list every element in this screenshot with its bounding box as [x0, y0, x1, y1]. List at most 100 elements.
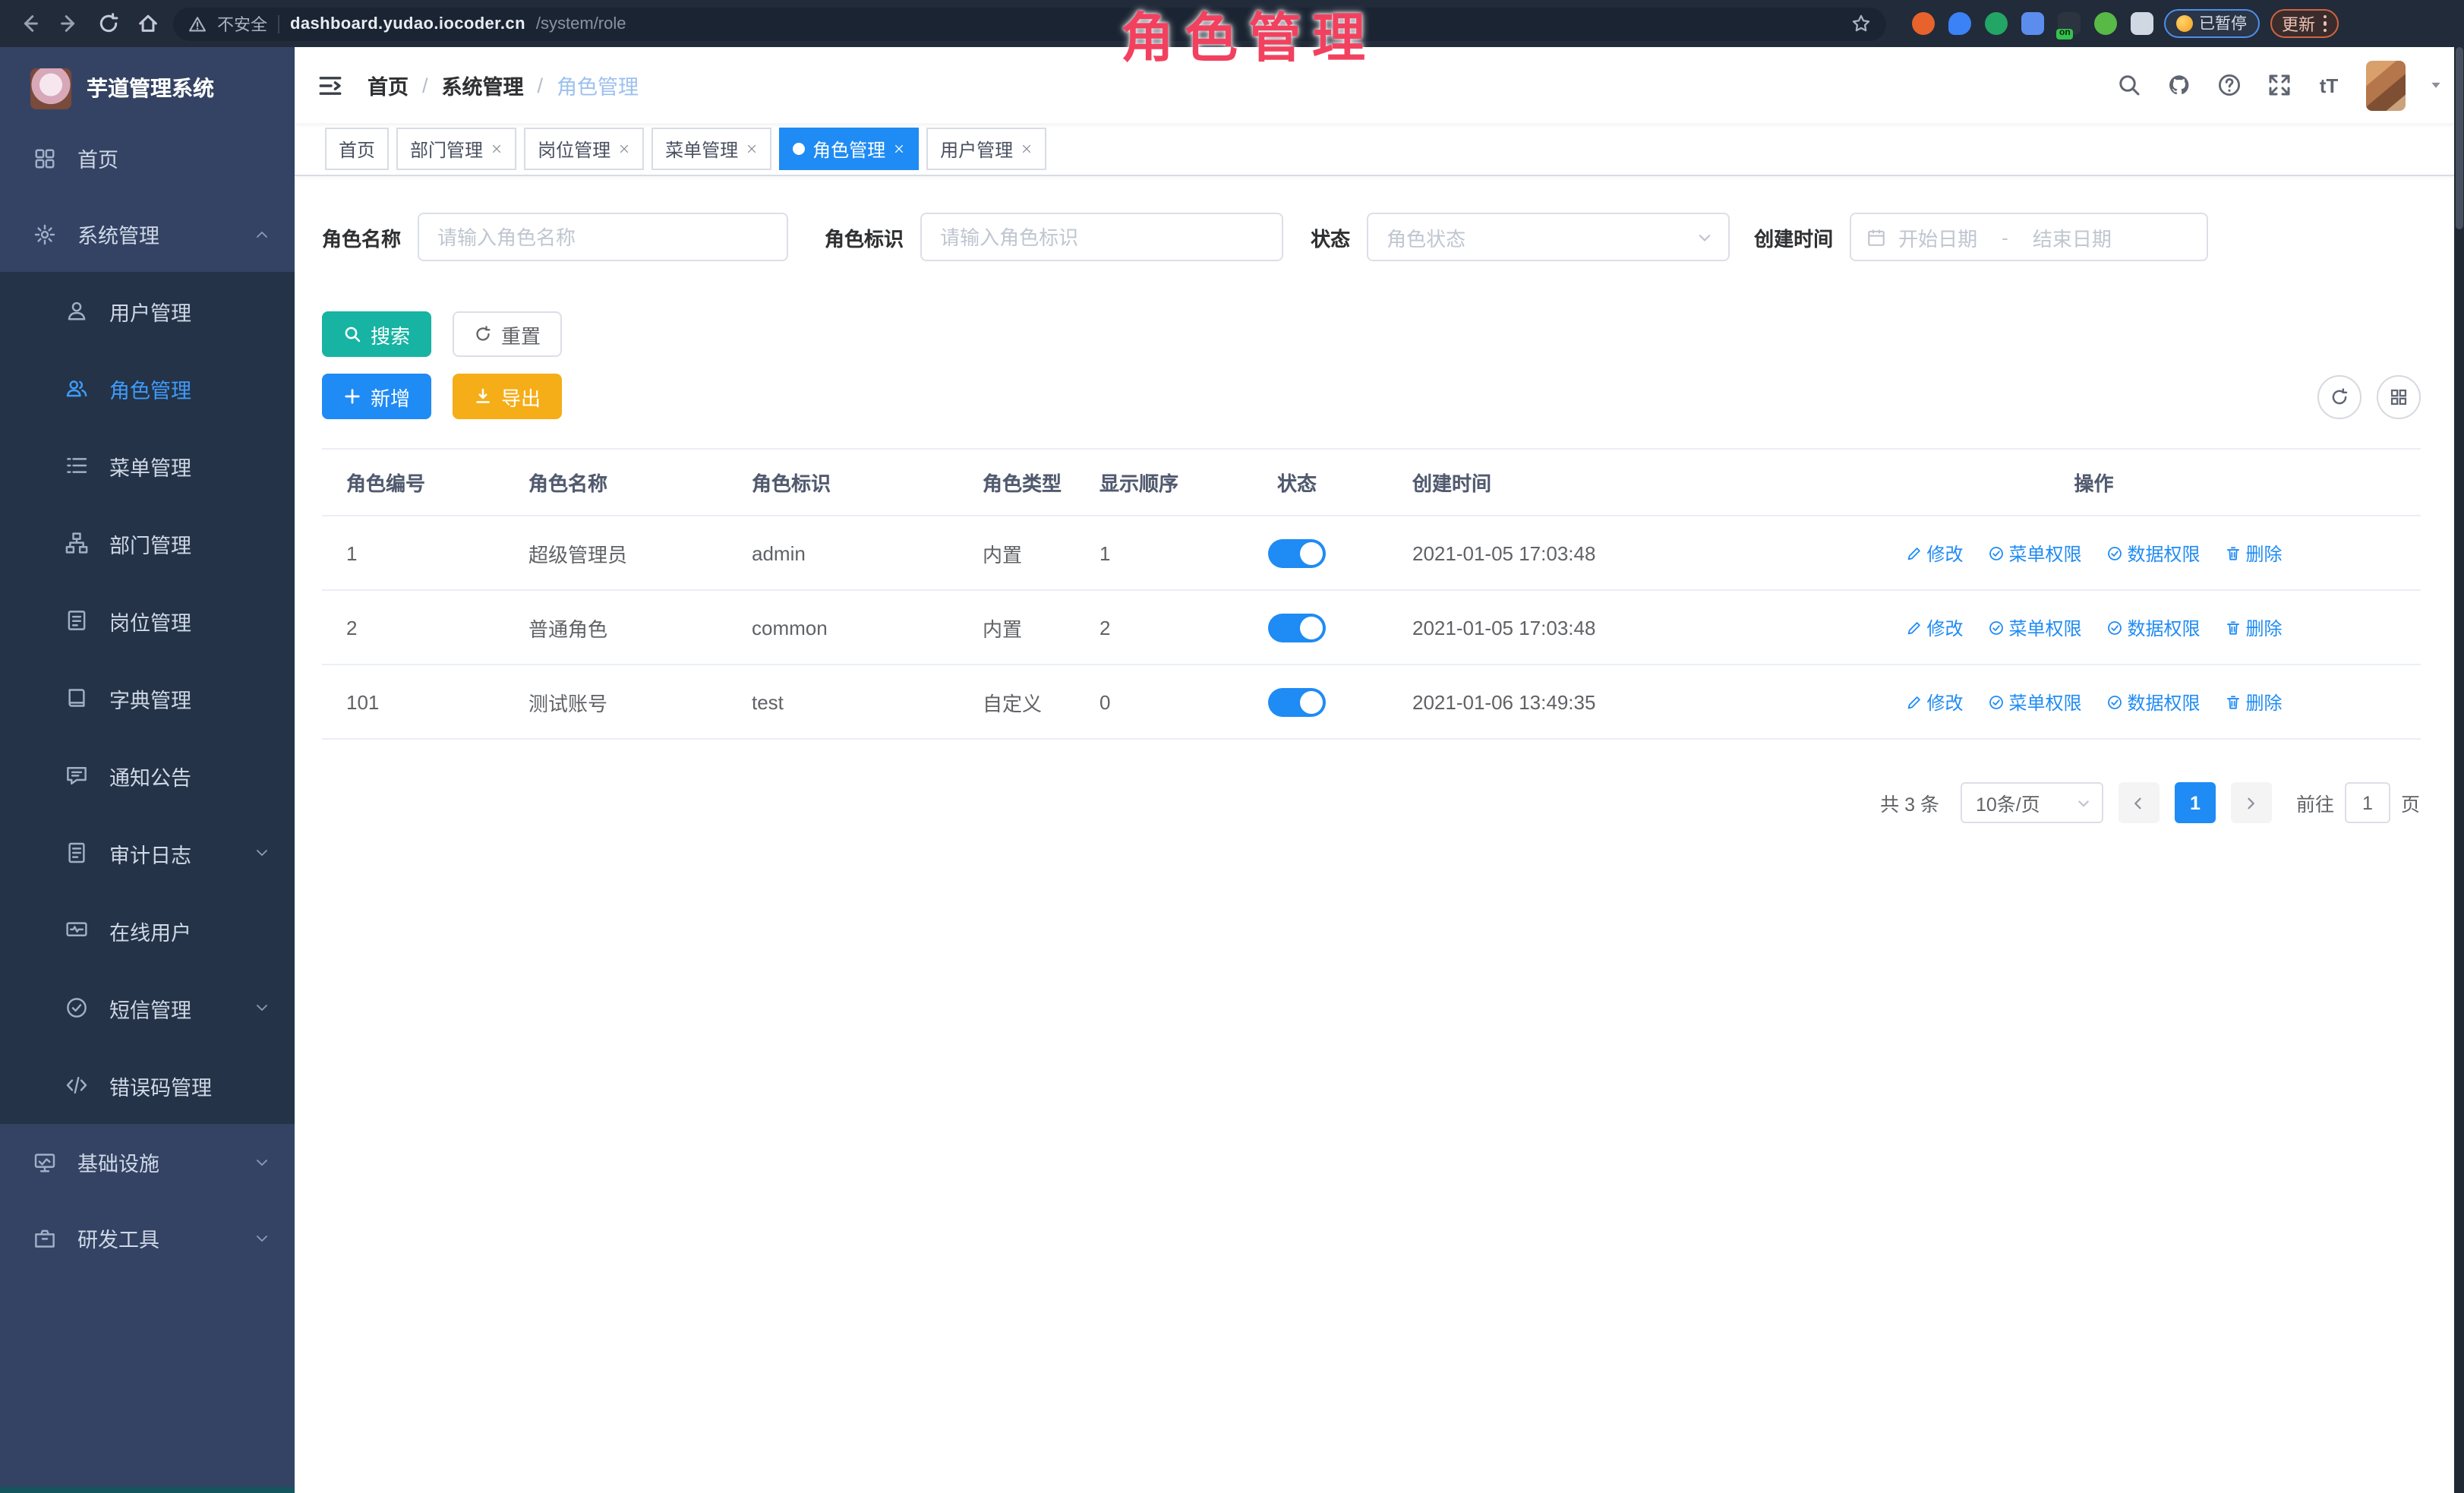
chevron-down-icon: [2076, 795, 2091, 810]
breadcrumb-item[interactable]: 首页: [368, 70, 409, 100]
page-size-select[interactable]: 10条/页: [1961, 782, 2103, 823]
status-toggle[interactable]: [1268, 538, 1326, 567]
refresh-table-button[interactable]: [2317, 374, 2361, 418]
sidebar-item-6[interactable]: 岗位管理: [0, 582, 295, 659]
tab-4[interactable]: 角色管理: [779, 128, 919, 170]
sidebar-menu: 首页系统管理用户管理角色管理菜单管理部门管理岗位管理字典管理通知公告审计日志在线…: [0, 120, 295, 1487]
sidebar-item-2[interactable]: 用户管理: [0, 272, 295, 349]
action-数据权限[interactable]: 数据权限: [2106, 614, 2201, 640]
column-settings-button[interactable]: [2376, 374, 2420, 418]
sidebar-item-9[interactable]: 审计日志: [0, 814, 295, 892]
extension-icon[interactable]: on: [2058, 12, 2081, 35]
app-logo[interactable]: 芋道管理系统: [0, 47, 295, 120]
sidebar-item-4[interactable]: 菜单管理: [0, 427, 295, 504]
address-bar[interactable]: 不安全 dashboard.yudao.iocoder.cn/system/ro…: [173, 7, 1886, 40]
sidebar-item-5[interactable]: 部门管理: [0, 504, 295, 582]
status-select[interactable]: 角色状态: [1367, 213, 1730, 261]
action-数据权限[interactable]: 数据权限: [2106, 540, 2201, 566]
goto-page-input[interactable]: [2345, 782, 2390, 823]
reset-button[interactable]: 重置: [453, 311, 562, 357]
chevron-up-icon: [254, 226, 270, 242]
menu-dots-icon[interactable]: [2323, 15, 2327, 33]
cell: 1: [1075, 516, 1221, 590]
tab-3[interactable]: 菜单管理: [651, 128, 771, 170]
column-header-5: 状态: [1221, 449, 1373, 516]
browser-update-button[interactable]: 更新: [2270, 9, 2339, 38]
action-菜单权限[interactable]: 菜单权限: [1987, 614, 2081, 640]
github-icon[interactable]: [2165, 71, 2192, 99]
add-button[interactable]: 新增: [322, 374, 431, 419]
infra-icon: [33, 1151, 56, 1173]
date-range-picker[interactable]: 开始日期 - 结束日期: [1850, 213, 2208, 261]
cell: 测试账号: [504, 664, 727, 739]
breadcrumb-item[interactable]: 系统管理: [442, 70, 524, 100]
extension-icon[interactable]: [1912, 12, 1935, 35]
tab-1[interactable]: 部门管理: [396, 128, 516, 170]
sidebar-item-0[interactable]: 首页: [0, 120, 295, 196]
prev-page-button[interactable]: [2119, 782, 2160, 823]
extension-icon[interactable]: [2021, 12, 2044, 35]
sidebar-item-7[interactable]: 字典管理: [0, 659, 295, 737]
action-修改[interactable]: 修改: [1905, 540, 1963, 566]
tab-2[interactable]: 岗位管理: [524, 128, 644, 170]
action-删除[interactable]: 删除: [2225, 614, 2283, 640]
bookmark-star-icon[interactable]: [1851, 14, 1871, 33]
status-toggle[interactable]: [1268, 613, 1326, 642]
action-删除[interactable]: 删除: [2225, 689, 2283, 715]
tab-label: 用户管理: [940, 136, 1013, 162]
close-icon[interactable]: [893, 143, 905, 155]
sidebar-item-10[interactable]: 在线用户: [0, 892, 295, 969]
role-key-input[interactable]: [920, 213, 1283, 261]
forward-icon[interactable]: [55, 9, 84, 38]
action-菜单权限[interactable]: 菜单权限: [1987, 689, 2081, 715]
action-修改[interactable]: 修改: [1905, 689, 1963, 715]
fontsize-icon[interactable]: tT: [2315, 71, 2343, 99]
action-数据权限[interactable]: 数据权限: [2106, 689, 2201, 715]
extension-icon[interactable]: [2094, 12, 2117, 35]
extension-icon[interactable]: [1985, 12, 2008, 35]
sidebar-item-3[interactable]: 角色管理: [0, 349, 295, 427]
close-icon[interactable]: [618, 143, 630, 155]
extension-icon[interactable]: [1948, 12, 1971, 35]
search-button[interactable]: 搜索: [322, 311, 431, 357]
search-icon[interactable]: [2115, 71, 2142, 99]
sidebar-item-12[interactable]: 错误码管理: [0, 1046, 295, 1124]
goto-label: 前往: [2296, 788, 2334, 817]
sidebar-item-11[interactable]: 短信管理: [0, 969, 295, 1046]
fullscreen-icon[interactable]: [2265, 71, 2292, 99]
chevron-down-icon[interactable]: [2428, 77, 2443, 93]
paused-extension-pill[interactable]: 已暂停: [2164, 9, 2259, 38]
reload-icon[interactable]: [94, 9, 123, 38]
sidebar-item-1[interactable]: 系统管理: [0, 196, 295, 272]
sidebar-item-14[interactable]: 研发工具: [0, 1200, 295, 1276]
close-icon[interactable]: [1021, 143, 1033, 155]
sidebar-item-13[interactable]: 基础设施: [0, 1124, 295, 1200]
tab-0[interactable]: 首页: [325, 128, 389, 170]
close-icon[interactable]: [491, 143, 503, 155]
edit-icon: [1905, 619, 1922, 636]
action-修改[interactable]: 修改: [1905, 614, 1963, 640]
user-avatar[interactable]: [2365, 60, 2405, 110]
export-button[interactable]: 导出: [453, 374, 562, 419]
home-icon[interactable]: [134, 9, 162, 38]
back-icon[interactable]: [15, 9, 44, 38]
action-删除[interactable]: 删除: [2225, 540, 2283, 566]
cell: admin: [727, 516, 958, 590]
extension-icon[interactable]: [2131, 12, 2153, 35]
action-菜单权限[interactable]: 菜单权限: [1987, 540, 2081, 566]
sidebar-item-8[interactable]: 通知公告: [0, 737, 295, 814]
status-toggle[interactable]: [1268, 687, 1326, 716]
next-page-button[interactable]: [2231, 782, 2272, 823]
paused-label: 已暂停: [2199, 12, 2247, 35]
collapse-menu-icon[interactable]: [313, 68, 346, 102]
emoji-face-icon: [2176, 15, 2193, 32]
tab-5[interactable]: 用户管理: [926, 128, 1046, 170]
filter-form: 角色名称 角色标识 状态 角色状态 创建时间 开始日期: [322, 213, 2420, 261]
page-number-active[interactable]: 1: [2175, 782, 2216, 823]
edit-icon: [1905, 693, 1922, 710]
role-name-input[interactable]: [418, 213, 788, 261]
browser-scrollbar[interactable]: [2453, 47, 2464, 1493]
close-icon[interactable]: [746, 143, 758, 155]
help-icon[interactable]: [2215, 71, 2242, 99]
check-circle-icon: [1987, 619, 2004, 636]
